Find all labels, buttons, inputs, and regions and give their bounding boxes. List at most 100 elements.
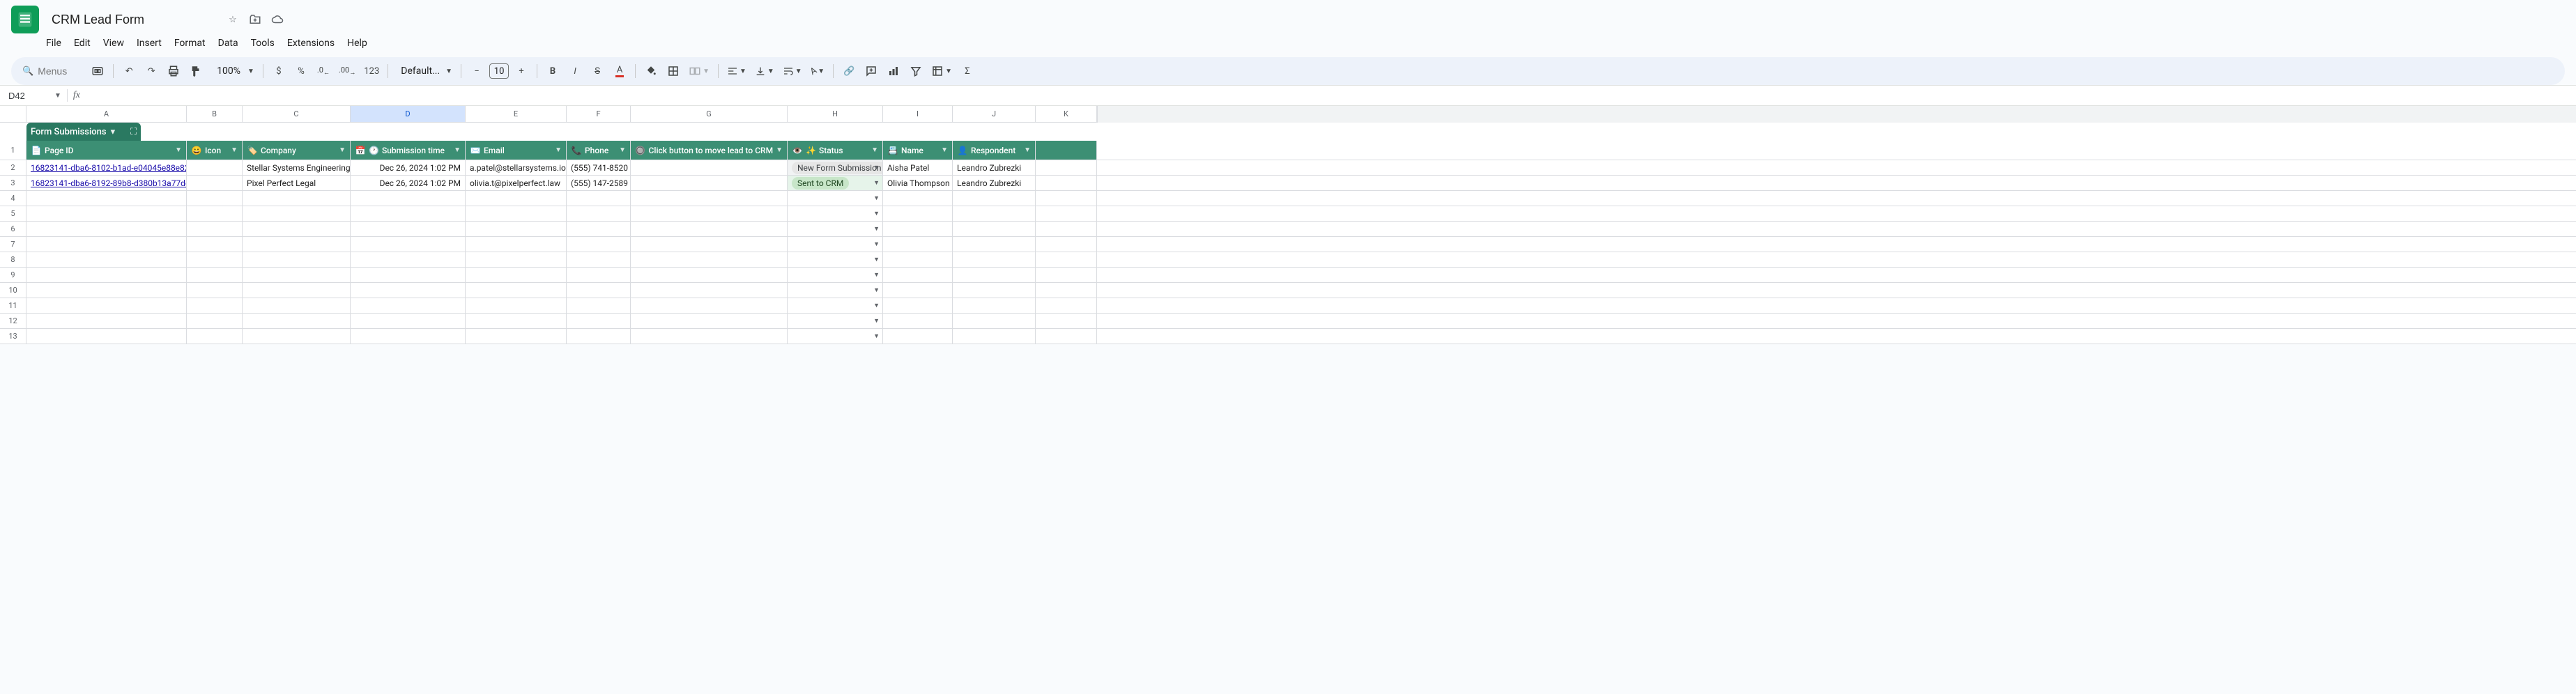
chip-dropdown-icon[interactable]: ▼ [873,317,880,325]
cell[interactable]: olivia.t@pixelperfect.law [466,176,567,191]
move-icon[interactable] [248,13,262,26]
cell[interactable] [351,268,466,283]
cell[interactable] [883,314,953,329]
cell[interactable] [466,222,567,237]
cell[interactable] [26,206,187,222]
functions-button[interactable]: Σ [958,61,977,81]
select-all-corner[interactable] [0,106,26,123]
column-header[interactable]: K [1036,106,1097,123]
cell[interactable] [243,329,351,344]
cell[interactable]: New Form Submission▼ [788,160,883,176]
cell[interactable]: (555) 741-8520 [567,160,631,176]
cell[interactable] [631,176,788,191]
cell[interactable]: Dec 26, 2024 1:02 PM [351,176,466,191]
cell[interactable] [631,268,788,283]
cell[interactable]: ▼ [788,206,883,222]
cell[interactable]: Aisha Patel [883,160,953,176]
table-column-header[interactable]: 👤Respondent▼ [953,141,1036,160]
row-header[interactable]: 9 [0,268,26,283]
cell[interactable]: ▼ [788,314,883,329]
cell[interactable] [466,329,567,344]
cell[interactable] [883,222,953,237]
halign-button[interactable]: ▼ [724,61,749,81]
comment-button[interactable] [861,61,881,81]
menu-search[interactable]: 🔍 [20,63,85,79]
cell[interactable] [883,252,953,268]
cell[interactable] [187,206,243,222]
cell[interactable] [1036,237,1097,252]
filter-dropdown-icon[interactable]: ▼ [231,146,238,154]
spreadsheet-grid[interactable]: ABCDEFGHIJK Form Submissions ▾ ⛶ 1📄Page … [0,106,2576,344]
cell[interactable]: 16823141-dba6-8102-b1ad-e04045e88e82 [26,160,187,176]
filter-dropdown-icon[interactable]: ▼ [619,146,626,154]
cell[interactable] [631,298,788,314]
merge-cells-button[interactable]: ▼ [686,61,712,81]
menu-format[interactable]: Format [169,35,211,52]
cell[interactable] [26,237,187,252]
bold-button[interactable]: B [543,61,562,81]
cell[interactable] [351,314,466,329]
cell[interactable]: Leandro Zubrezki [953,160,1036,176]
cell[interactable] [567,329,631,344]
name-box[interactable] [6,89,54,102]
cell[interactable] [243,283,351,298]
expand-table-icon[interactable]: ⛶ [130,127,137,137]
cell[interactable] [1036,206,1097,222]
fontsize-input[interactable]: 10 [489,63,509,79]
menu-file[interactable]: File [40,35,67,52]
cell[interactable] [883,206,953,222]
chip-dropdown-icon[interactable]: ▼ [873,256,880,263]
cell[interactable] [351,237,466,252]
row-header[interactable]: 8 [0,252,26,268]
table-name-band[interactable]: Form Submissions ▾ ⛶ [26,123,141,141]
cell[interactable] [883,329,953,344]
menu-search-input[interactable] [38,65,79,77]
filter-dropdown-icon[interactable]: ▼ [871,146,878,154]
column-header[interactable]: I [883,106,953,123]
cell[interactable] [466,206,567,222]
cell[interactable]: ▼ [788,252,883,268]
chip-dropdown-icon[interactable]: ▼ [873,240,880,248]
currency-button[interactable]: $ [269,61,289,81]
rotate-button[interactable]: A▼ [808,61,827,81]
redo-button[interactable]: ↷ [141,61,161,81]
table-column-header[interactable]: 📇Name▼ [883,141,953,160]
cell[interactable] [466,237,567,252]
cell[interactable] [187,283,243,298]
cell[interactable] [26,252,187,268]
column-header[interactable]: H [788,106,883,123]
column-header[interactable]: B [187,106,243,123]
column-header[interactable]: F [567,106,631,123]
cell[interactable] [466,283,567,298]
cloud-status-icon[interactable] [270,13,284,26]
row-header[interactable]: 12 [0,314,26,329]
cell[interactable] [631,191,788,206]
valign-button[interactable]: ▼ [752,61,777,81]
table-column-header[interactable]: 📞Phone▼ [567,141,631,160]
zoom-dropdown[interactable]: 100%▼ [208,61,257,81]
row-header[interactable]: 1 [0,141,26,160]
cell[interactable] [466,191,567,206]
chip-dropdown-icon[interactable]: ▼ [873,179,880,187]
italic-button[interactable]: I [565,61,585,81]
row-header[interactable]: 2 [0,160,26,176]
print-button[interactable] [164,61,183,81]
cell[interactable] [187,314,243,329]
cell[interactable]: ▼ [788,329,883,344]
name-box-dropdown[interactable]: ▼ [54,92,67,100]
row-header[interactable]: 10 [0,283,26,298]
cell[interactable] [243,191,351,206]
table-column-header[interactable]: 👁️✨Status▼ [788,141,883,160]
cell[interactable] [187,298,243,314]
link-button[interactable]: 🔗 [839,61,859,81]
column-header[interactable]: J [953,106,1036,123]
borders-button[interactable] [664,61,683,81]
chip-dropdown-icon[interactable]: ▼ [873,164,880,171]
chip-dropdown-icon[interactable]: ▼ [873,194,880,202]
cell[interactable]: Stellar Systems Engineering [243,160,351,176]
formula-input[interactable] [86,91,2570,101]
chip-dropdown-icon[interactable]: ▼ [873,332,880,340]
chip-dropdown-icon[interactable]: ▼ [873,210,880,217]
doc-title-input[interactable] [47,11,217,29]
text-color-button[interactable]: A [610,61,629,81]
